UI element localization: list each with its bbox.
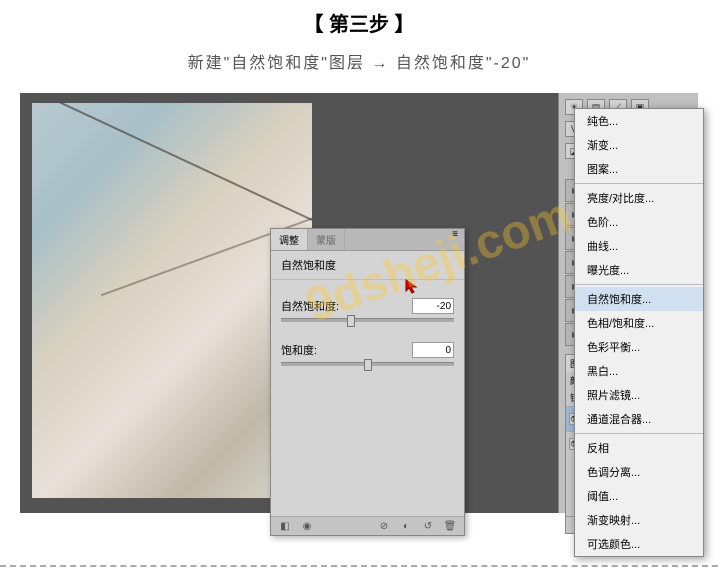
adjustment-layer-icon[interactable]: ◧ bbox=[279, 520, 291, 532]
menu-item[interactable]: 黑白... bbox=[575, 359, 703, 383]
eye-toggle-icon[interactable]: ◐ bbox=[400, 520, 412, 532]
menu-item[interactable]: 曲线... bbox=[575, 234, 703, 258]
menu-item[interactable]: 可选颜色... bbox=[575, 532, 703, 556]
adjustment-name: 自然饱和度 bbox=[271, 251, 464, 280]
menu-separator bbox=[575, 433, 703, 434]
menu-item[interactable]: 色调分离... bbox=[575, 460, 703, 484]
vibrance-label: 自然饱和度: bbox=[281, 298, 339, 314]
menu-item[interactable]: 色相/饱和度... bbox=[575, 311, 703, 335]
cursor-indicator-panel bbox=[404, 278, 420, 299]
menu-item[interactable]: 图案... bbox=[575, 157, 703, 181]
vibrance-slider-row: 自然饱和度: bbox=[281, 298, 454, 322]
clip-icon[interactable]: ⊘ bbox=[378, 520, 390, 532]
menu-item[interactable]: 纯色... bbox=[575, 109, 703, 133]
tab-masks[interactable]: 蒙版 bbox=[308, 229, 345, 250]
reset-icon[interactable]: ↺ bbox=[422, 520, 434, 532]
saturation-slider[interactable] bbox=[281, 362, 454, 366]
saturation-slider-row: 饱和度: bbox=[281, 342, 454, 366]
panel-footer: ◧ ◉ ⊘ ◐ ↺ 🗑 bbox=[271, 516, 464, 535]
vibrance-value-input[interactable] bbox=[412, 298, 454, 314]
adjustment-context-menu: 纯色...渐变...图案... 亮度/对比度...色阶...曲线...曝光度...… bbox=[574, 108, 704, 557]
panel-tabs: 调整 蒙版 ≡ bbox=[271, 229, 464, 251]
tab-adjustments[interactable]: 调整 bbox=[271, 229, 308, 250]
menu-item[interactable]: 通道混合器... bbox=[575, 407, 703, 431]
vibrance-adjustment-panel: 调整 蒙版 ≡ 自然饱和度 自然饱和度: 饱和度: bbox=[270, 228, 465, 536]
menu-item[interactable]: 自然饱和度... bbox=[575, 287, 703, 311]
view-icon[interactable]: ◉ bbox=[301, 520, 313, 532]
menu-item[interactable]: 照片滤镜... bbox=[575, 383, 703, 407]
vibrance-slider[interactable] bbox=[281, 318, 454, 322]
saturation-value-input[interactable] bbox=[412, 342, 454, 358]
menu-item[interactable]: 反相 bbox=[575, 436, 703, 460]
saturation-label: 饱和度: bbox=[281, 342, 317, 358]
menu-item[interactable]: 渐变... bbox=[575, 133, 703, 157]
divider bbox=[0, 565, 718, 567]
menu-item[interactable]: 曝光度... bbox=[575, 258, 703, 282]
panel-menu-icon[interactable]: ≡ bbox=[446, 229, 464, 250]
trash-icon[interactable]: 🗑 bbox=[444, 520, 456, 532]
menu-item[interactable]: 阈值... bbox=[575, 484, 703, 508]
menu-separator bbox=[575, 183, 703, 184]
menu-item[interactable]: 亮度/对比度... bbox=[575, 186, 703, 210]
menu-item[interactable]: 色彩平衡... bbox=[575, 335, 703, 359]
step-title: 【 第三步 】 bbox=[0, 0, 718, 45]
menu-separator bbox=[575, 284, 703, 285]
menu-item[interactable]: 渐变映射... bbox=[575, 508, 703, 532]
menu-item[interactable]: 色阶... bbox=[575, 210, 703, 234]
step-instruction: 新建"自然饱和度"图层 → 自然饱和度"-20" bbox=[0, 45, 718, 93]
